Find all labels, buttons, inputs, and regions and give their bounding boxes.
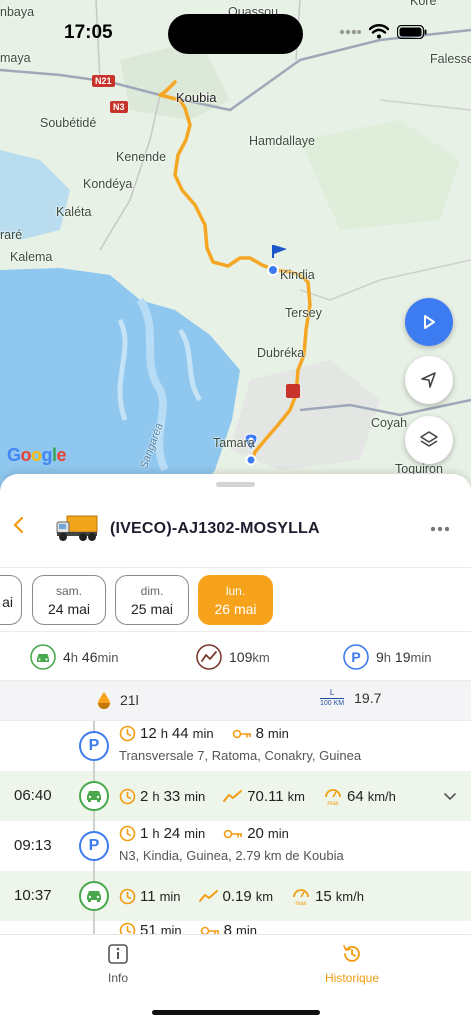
play-route-button[interactable] (405, 298, 453, 346)
svg-text:max: max (295, 901, 306, 906)
home-indicator (152, 1010, 320, 1015)
car-icon (79, 881, 109, 911)
map-label-tamara: Tamara (213, 436, 255, 450)
history-icon (343, 945, 360, 962)
car-icon (30, 644, 56, 670)
fuel-consumed: 21l (96, 691, 139, 709)
vehicle-header: (IVECO)-AJ1302-MOSYLLA (0, 504, 471, 552)
svg-text:max: max (327, 801, 338, 806)
map-label-soubetide: Soubétidé (40, 116, 97, 130)
timeline-metrics: 2h 33 min 70.11 km max 64 km/h (119, 786, 396, 806)
date-chip-dim-25[interactable]: dim. 25 mai (115, 575, 189, 625)
road-sign-n3: N3 (110, 101, 128, 113)
date-chip-lun-26[interactable]: lun. 26 mai (198, 575, 273, 625)
day-summary: 4h 46min 109km P 9h 19min (0, 631, 471, 681)
summary-parking-time: P 9h 19min (343, 644, 431, 670)
map-label-dubreka: Dubréka (257, 346, 305, 360)
clock-icon (119, 825, 136, 842)
cellular-dots-icon (339, 29, 361, 34)
map-label-coyah: Coyah (371, 416, 408, 430)
parking-address: Transversale 7, Ratoma, Conakry, Guinea (119, 748, 362, 763)
locate-button[interactable] (405, 356, 453, 404)
parking-icon: P (79, 731, 109, 761)
truck-icon (56, 515, 98, 541)
max-speed-icon: max (293, 889, 309, 906)
map-label-kondeya: Kondéya (83, 177, 133, 191)
parking-icon: P (343, 644, 369, 670)
date-chip-sam-24[interactable]: sam. 24 mai (32, 575, 106, 625)
map-label-rare: raré (0, 228, 23, 242)
map-label-koubia: Koubia (176, 90, 217, 105)
navigation-arrow-icon (421, 372, 436, 388)
summary-distance: 109km (196, 644, 270, 670)
map-label-kalema: Kalema (10, 250, 53, 264)
date-selector[interactable]: ai sam. 24 mai dim. 25 mai lun. 26 mai (0, 567, 471, 631)
map-label-kenende: Kenende (116, 150, 167, 164)
expand-chevron[interactable] (444, 788, 456, 804)
timeline-row-parking-2[interactable]: 09:13 P 1h 24 min 20 min N3, Kindia, Guine… (0, 821, 471, 871)
timeline-time: 06:40 (14, 787, 52, 804)
timeline-row-driving-1[interactable]: 06:40 2h 33 min 70.11 km max 64 km/h (0, 771, 471, 821)
more-dots-icon (430, 526, 450, 532)
map-label-kore: Koré (410, 0, 437, 8)
play-icon (424, 315, 435, 329)
summary-driving-time: 4h 46min (30, 644, 118, 670)
car-icon (79, 781, 109, 811)
layers-icon (420, 431, 438, 447)
date-chip-previous[interactable]: ai (0, 575, 22, 625)
clock-icon (119, 725, 136, 742)
map-layers-button[interactable] (405, 416, 453, 464)
google-logo: Google (7, 445, 67, 465)
parking-icon: P (79, 831, 109, 861)
map-view[interactable]: Quassou Koré Falesse nbaya maya Koubia S… (0, 0, 471, 490)
timeline-time: 10:37 (14, 887, 52, 904)
parking-address: N3, Kindia, Guinea, 2.79 km de Koubia (119, 848, 344, 863)
map-label-kaleta: Kaléta (56, 205, 92, 219)
map-label-falessa: Falesse (430, 52, 471, 66)
chevron-left-icon (13, 516, 24, 534)
timeline-metrics: 11 min 0.19 km max 15 km/h (119, 886, 364, 906)
route-icon (196, 644, 222, 670)
timeline-time: 09:13 (14, 837, 52, 854)
map-label-nbaya: nbaya (0, 5, 35, 19)
svg-text:P: P (351, 649, 360, 665)
map-label-kindia: Kindia (280, 268, 315, 282)
vehicle-name: (IVECO)-AJ1302-MOSYLLA (110, 520, 320, 537)
status-time: 17:05 (64, 22, 113, 43)
clock-icon (119, 888, 136, 904)
back-button[interactable] (12, 514, 26, 540)
battery-icon (397, 24, 427, 39)
fuel-drop-icon (98, 692, 110, 709)
map-label-hamdallaye: Hamdallaye (249, 134, 316, 148)
liters-per-100km-icon: L 100 KM (320, 688, 345, 707)
key-icon (232, 729, 251, 738)
fuel-consumption: L 100 KM 19.7 (320, 688, 382, 707)
dynamic-island (168, 14, 303, 54)
chevron-down-icon (444, 793, 456, 801)
distance-icon (223, 790, 243, 802)
fuel-summary: 21l L 100 KM 19.7 (0, 681, 471, 721)
map-label-tersey: Tersey (285, 306, 322, 320)
road-sign-n21: N21 (92, 75, 115, 87)
more-options-button[interactable] (430, 512, 450, 538)
info-icon (108, 944, 128, 964)
clock-icon (119, 788, 136, 804)
wifi-icon (369, 24, 389, 39)
status-icons (339, 24, 427, 39)
timeline-row-driving-2[interactable]: 10:37 11 min 0.19 km max 15 km/h (0, 871, 471, 921)
distance-icon (198, 890, 218, 902)
max-speed-icon: max (325, 789, 341, 806)
timeline-metrics: 12 h 44 min 8 min (119, 725, 289, 742)
map-label-maya: maya (0, 51, 31, 65)
sheet-drag-handle[interactable] (216, 482, 255, 487)
timeline-row-parking-1[interactable]: P 12 h 44 min 8 min Transversale 7, Ratoma,… (0, 721, 471, 771)
timeline-metrics: 1h 24 min 20 min (119, 825, 289, 842)
tab-info[interactable]: Info (58, 943, 178, 985)
key-icon (223, 829, 243, 838)
tab-historique[interactable]: Historique (292, 943, 412, 985)
